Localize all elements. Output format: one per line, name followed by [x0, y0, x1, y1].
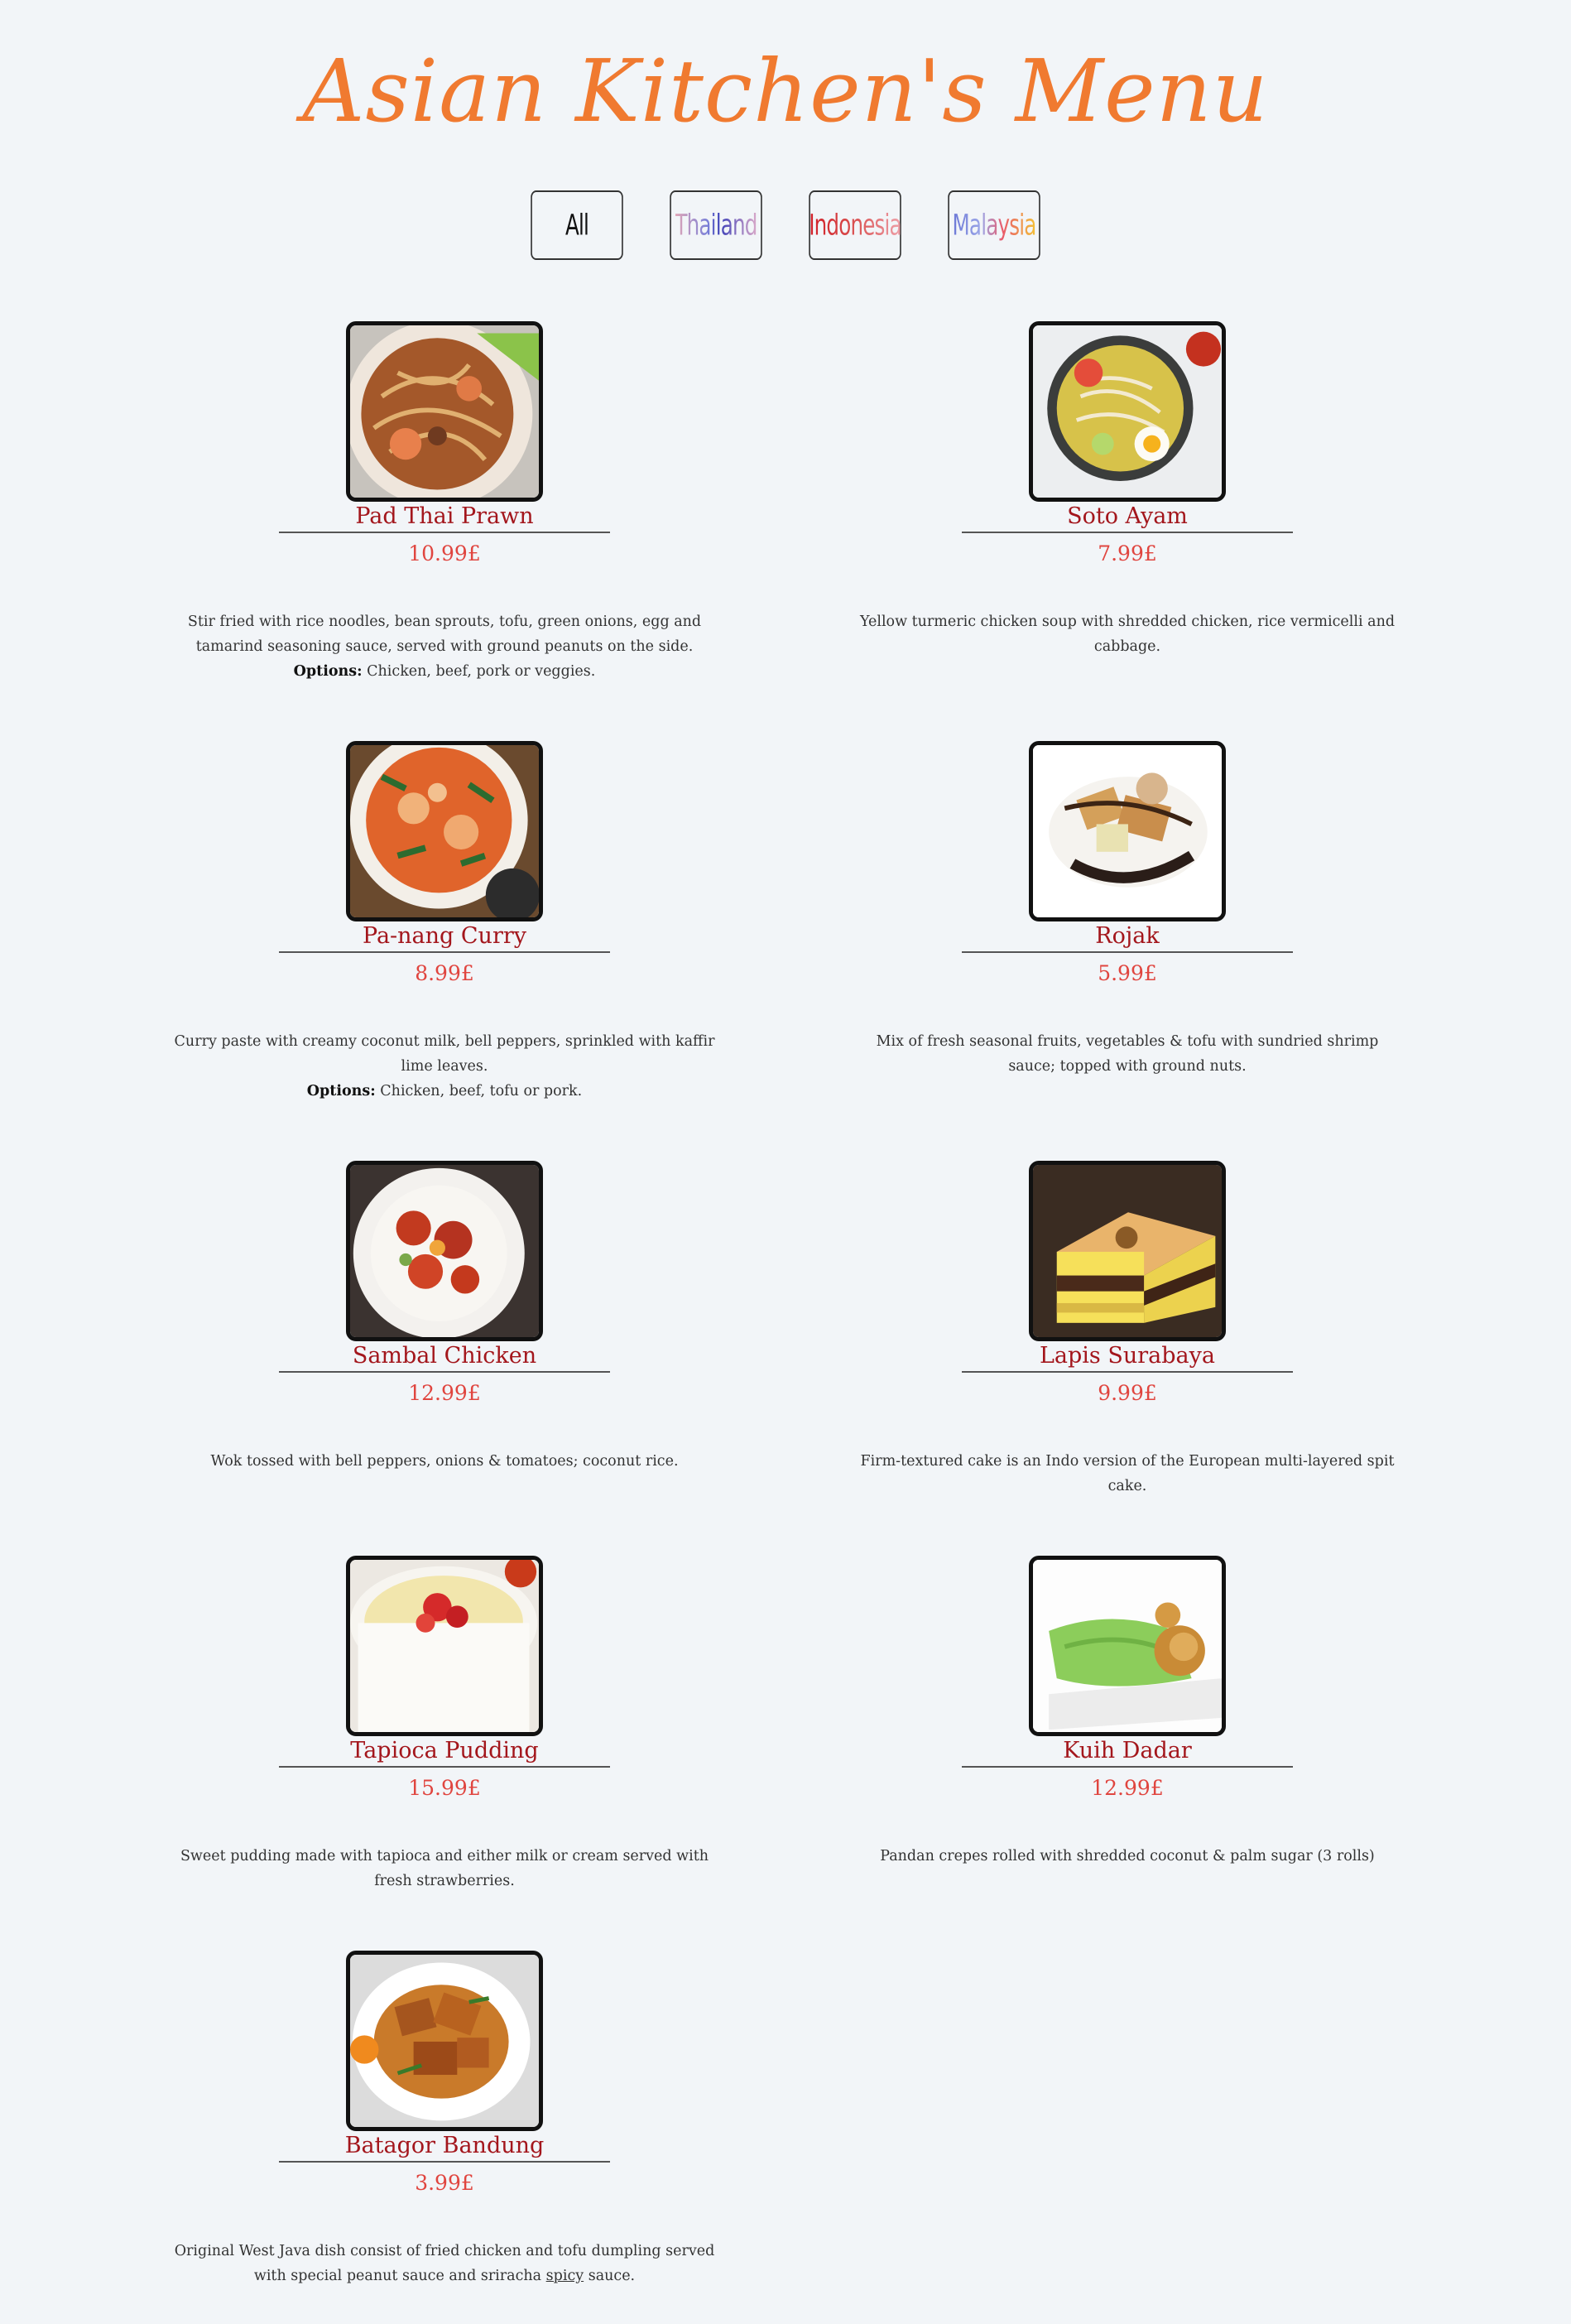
- batagor-bandung-photo: [346, 1951, 543, 2131]
- item-description-text: Stir fried with rice noodles, bean sprou…: [187, 613, 702, 655]
- spicy-link[interactable]: spicy: [546, 2268, 584, 2284]
- filter-malaysia-label: Malaysia: [952, 208, 1037, 243]
- item-options-label: Options:: [306, 1083, 376, 1099]
- panang-curry-photo: [346, 741, 543, 921]
- item-options-label: Options:: [293, 663, 363, 680]
- filter-indonesia-label: Indonesia: [809, 208, 901, 243]
- pad-thai-photo: [346, 321, 543, 502]
- rojak-photo: [1029, 741, 1226, 921]
- item-price: 12.99£: [1091, 1776, 1164, 1800]
- item-description: Firm-textured cake is an Indo version of…: [854, 1449, 1400, 1499]
- kuih-dadar-photo: [1029, 1556, 1226, 1736]
- item-price: 10.99£: [408, 541, 481, 565]
- item-description-text: Yellow turmeric chicken soup with shredd…: [859, 613, 1396, 655]
- item-name: Pad Thai Prawn: [279, 500, 610, 533]
- sambal-chicken-photo: [346, 1161, 543, 1341]
- item-description: Original West Java dish consist of fried…: [171, 2239, 718, 2288]
- item-description: Mix of fresh seasonal fruits, vegetables…: [854, 1029, 1400, 1079]
- filter-thailand-button[interactable]: Thailand: [670, 190, 762, 260]
- filter-all-button[interactable]: All: [531, 190, 623, 260]
- item-options-text: Chicken, beef, tofu or pork.: [380, 1083, 583, 1099]
- item-price: 15.99£: [408, 1776, 481, 1800]
- item-price: 9.99£: [1098, 1381, 1157, 1405]
- item-options-text: Chicken, beef, pork or veggies.: [367, 663, 596, 680]
- item-description: Stir fried with rice noodles, bean sprou…: [171, 609, 718, 684]
- page-title: Asian Kitchen's Menu: [302, 41, 1269, 142]
- filter-malaysia-button[interactable]: Malaysia: [948, 190, 1040, 260]
- item-name: Tapioca Pudding: [279, 1735, 610, 1768]
- item-name: Pa-nang Curry: [279, 920, 610, 953]
- item-name: Sambal Chicken: [279, 1340, 610, 1373]
- item-description-text: Wok tossed with bell peppers, onions & t…: [210, 1453, 679, 1470]
- item-name: Kuih Dadar: [962, 1735, 1293, 1768]
- item-name: Rojak: [962, 920, 1293, 953]
- item-description: Yellow turmeric chicken soup with shredd…: [854, 609, 1400, 659]
- item-price: 8.99£: [415, 961, 474, 985]
- item-price: 3.99£: [415, 2171, 474, 2195]
- item-price: 7.99£: [1098, 541, 1157, 565]
- lapis-surabaya-photo: [1029, 1161, 1226, 1341]
- item-description-text: Mix of fresh seasonal fruits, vegetables…: [876, 1033, 1379, 1075]
- item-name: Batagor Bandung: [279, 2129, 610, 2163]
- item-description-end: sauce.: [588, 2268, 636, 2284]
- item-name: Soto Ayam: [962, 500, 1293, 533]
- item-name: Lapis Surabaya: [962, 1340, 1293, 1373]
- item-description-text: Curry paste with creamy coconut milk, be…: [174, 1033, 715, 1075]
- filter-thailand-label: Thailand: [675, 208, 757, 243]
- filter-indonesia-button[interactable]: Indonesia: [809, 190, 902, 260]
- item-price: 12.99£: [408, 1381, 481, 1405]
- item-description-text: Sweet pudding made with tapioca and eith…: [180, 1848, 709, 1889]
- filter-all-label: All: [565, 208, 589, 243]
- item-description: Wok tossed with bell peppers, onions & t…: [171, 1449, 718, 1474]
- item-description: Pandan crepes rolled with shredded cocon…: [854, 1844, 1400, 1869]
- soto-ayam-photo: [1029, 321, 1226, 502]
- item-description: Curry paste with creamy coconut milk, be…: [171, 1029, 718, 1104]
- tapioca-pudding-photo: [346, 1556, 543, 1736]
- item-description-text: Firm-textured cake is an Indo version of…: [860, 1453, 1395, 1494]
- item-description-text: Pandan crepes rolled with shredded cocon…: [880, 1848, 1375, 1864]
- item-description: Sweet pudding made with tapioca and eith…: [171, 1844, 718, 1893]
- filter-bar: All Thailand Indonesia Malaysia: [0, 190, 1571, 260]
- item-price: 5.99£: [1098, 961, 1157, 985]
